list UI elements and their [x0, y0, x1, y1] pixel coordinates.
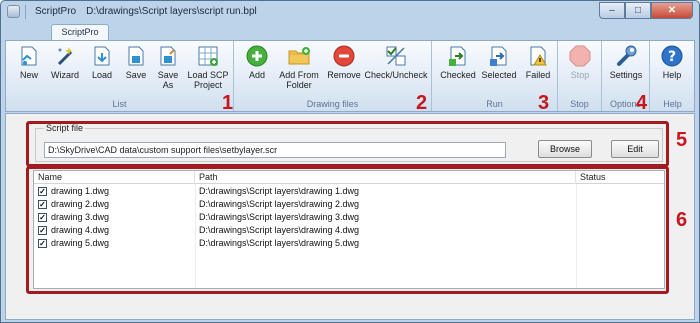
- run-failed-label: Failed: [525, 70, 551, 80]
- run-selected-icon: [490, 46, 507, 66]
- save-label: Save: [125, 70, 147, 80]
- maximize-button[interactable]: □: [625, 2, 651, 19]
- load-list-icon: [94, 46, 110, 66]
- load-scp-label-line2: Project: [193, 80, 222, 90]
- run-selected-label: Selected: [481, 70, 517, 80]
- run-checked-button[interactable]: Checked: [438, 44, 478, 80]
- ribbon-group-help: ? Help Help: [650, 41, 695, 111]
- minimize-button[interactable]: –: [599, 2, 625, 19]
- tab-scriptpro[interactable]: ScriptPro: [51, 24, 109, 41]
- ribbon: New Wizard Load Save Save As Load SCP Pr…: [5, 40, 695, 114]
- folder-icon: [288, 47, 310, 65]
- annotation-number-5: 5: [676, 129, 688, 151]
- save-list-icon: [128, 46, 144, 66]
- add-from-folder-button[interactable]: Add From Folder: [274, 44, 324, 90]
- remove-label: Remove: [327, 70, 361, 80]
- save-as-label-line2: As: [162, 80, 174, 90]
- title-bar: ScriptPro D:\drawings\Script layers\scrip…: [1, 1, 699, 23]
- window-file-path: D:\drawings\Script layers\script run.bpl: [86, 6, 257, 17]
- settings-button[interactable]: Settings: [604, 44, 648, 80]
- group-label-drawing-files: Drawing files: [306, 99, 359, 109]
- app-menu-icon[interactable]: [7, 5, 20, 18]
- wizard-button[interactable]: Wizard: [48, 44, 82, 80]
- load-label: Load: [91, 70, 113, 80]
- new-button[interactable]: New: [16, 44, 42, 80]
- scp-project-grid-icon: [198, 46, 218, 66]
- annotation-number-2: 2: [416, 92, 428, 114]
- new-list-icon: [21, 46, 37, 66]
- annotation-number-6: 6: [676, 209, 688, 231]
- annotation-number-1: 1: [222, 92, 234, 114]
- group-label-stop: Stop: [570, 99, 589, 109]
- load-scp-project-button[interactable]: Load SCP Project: [186, 44, 230, 90]
- window-app-name: ScriptPro: [35, 6, 77, 17]
- svg-text:?: ?: [668, 49, 676, 65]
- ribbon-group-drawing-files: Add Add From Folder Remove Check/Uncheck…: [234, 41, 432, 111]
- add-label: Add: [248, 70, 265, 80]
- ribbon-group-stop: Stop Stop: [558, 41, 602, 111]
- stop-button[interactable]: Stop: [566, 44, 594, 80]
- window-controls: – □ ✕: [599, 2, 693, 19]
- save-as-icon: [160, 46, 176, 66]
- app-window: ScriptPro D:\drawings\Script layers\scrip…: [0, 0, 700, 323]
- load-button[interactable]: Load: [88, 44, 116, 80]
- run-failed-button[interactable]: Failed: [522, 44, 554, 80]
- help-label: Help: [662, 70, 682, 80]
- run-failed-warning-icon: [530, 46, 547, 66]
- load-scp-label-line1: Load SCP: [187, 70, 229, 80]
- group-label-help: Help: [663, 99, 682, 109]
- add-button[interactable]: Add: [244, 44, 270, 80]
- quick-access-separator: [25, 5, 26, 19]
- new-label: New: [19, 70, 38, 80]
- ribbon-group-list: New Wizard Load Save Save As Load SCP Pr…: [6, 41, 234, 111]
- save-button[interactable]: Save: [122, 44, 150, 80]
- stop-octagon-icon: [569, 45, 591, 67]
- close-button[interactable]: ✕: [651, 2, 693, 19]
- settings-label: Settings: [609, 70, 643, 80]
- wrench-icon: [617, 45, 637, 66]
- run-checked-icon: [449, 46, 466, 66]
- add-from-folder-label-line1: Add From: [279, 70, 319, 80]
- check-uncheck-button[interactable]: Check/Uncheck: [364, 44, 428, 80]
- remove-button[interactable]: Remove: [326, 44, 362, 80]
- check-uncheck-label: Check/Uncheck: [364, 70, 428, 80]
- window-title: ScriptPro D:\drawings\Script layers\scrip…: [35, 6, 257, 17]
- annotation-number-3: 3: [538, 92, 550, 114]
- annotation-number-4: 4: [636, 92, 648, 114]
- help-button[interactable]: ? Help: [658, 44, 686, 80]
- remove-icon: [333, 45, 355, 67]
- wizard-label: Wizard: [50, 70, 79, 80]
- add-from-folder-label-line2: Folder: [286, 80, 312, 90]
- annotation-box-file-list: [26, 166, 669, 294]
- wizard-wand-icon: [57, 47, 73, 66]
- stop-label: Stop: [570, 70, 590, 80]
- annotation-box-script-file: [26, 121, 669, 167]
- save-as-label-line1: Save: [157, 70, 179, 80]
- check-uncheck-icon: [386, 46, 406, 66]
- ribbon-tab-strip: ScriptPro: [5, 24, 695, 41]
- run-checked-label: Checked: [440, 70, 476, 80]
- group-label-list: List: [112, 99, 127, 109]
- add-icon: [246, 45, 268, 67]
- save-as-button[interactable]: Save As: [154, 44, 182, 90]
- run-selected-button[interactable]: Selected: [480, 44, 518, 80]
- main-content: Script file D:\SkyDrive\CAD data\custom …: [5, 113, 695, 320]
- help-question-icon: ?: [661, 45, 683, 67]
